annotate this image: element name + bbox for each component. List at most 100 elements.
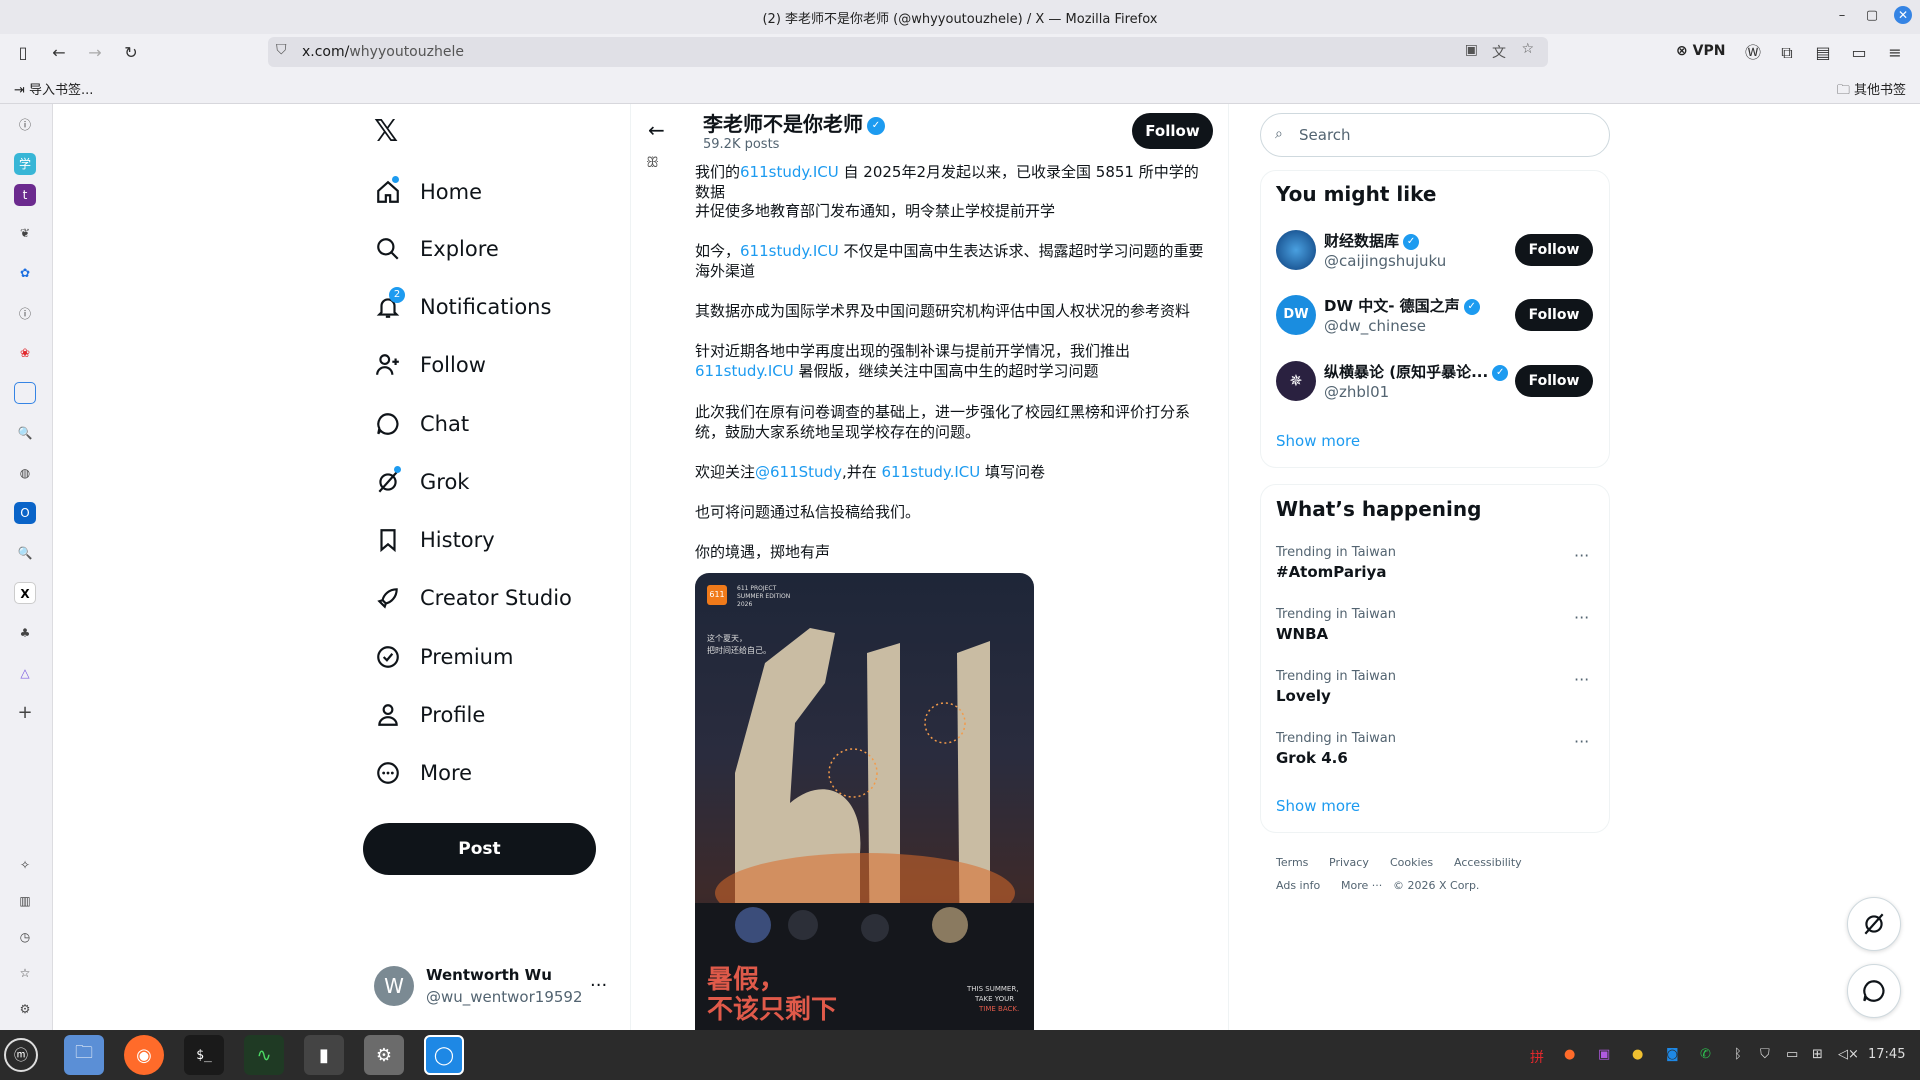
account-name[interactable]: Wentworth Wu [426, 966, 552, 984]
footer-more[interactable]: More ··· [1341, 879, 1382, 892]
star-icon[interactable]: ☆ [1521, 41, 1534, 57]
display-icon[interactable]: ▭ [1786, 1047, 1798, 1062]
avatar[interactable]: W [374, 966, 414, 1006]
suggestion-name[interactable]: 纵横暴论 (原知乎暴论... ✓ [1324, 361, 1509, 382]
trend-more-icon[interactable]: ··· [1574, 546, 1589, 565]
tabs-icon[interactable]: ▥ [14, 890, 36, 912]
bookmark-other-folder[interactable]: 🗀 其他书签 [1837, 79, 1906, 103]
tweet-link[interactable]: 611study.ICU [882, 463, 981, 481]
site-info-icon[interactable]: ⛉ [276, 42, 287, 58]
tweet-mention-link[interactable]: @611Study [755, 463, 842, 481]
nav-home[interactable]: Home [374, 172, 482, 212]
trend-more-icon[interactable]: ··· [1574, 670, 1589, 689]
files-icon[interactable]: 🗀 [64, 1035, 104, 1075]
sidebar-icon[interactable]: ▭ [1848, 42, 1870, 64]
sidebar-toggle-icon[interactable]: ▯ [12, 42, 34, 64]
nav-creator-studio[interactable]: Creator Studio [374, 578, 572, 618]
trend-item[interactable]: WNBA [1276, 625, 1328, 643]
app-ring-icon[interactable]: ◯ [424, 1035, 464, 1075]
tweet-link[interactable]: 611study.ICU [695, 362, 794, 380]
nav-premium[interactable]: Premium [374, 637, 513, 677]
network-icon[interactable]: ⊞ [1812, 1047, 1823, 1062]
triangle-app-icon[interactable]: △ [14, 662, 36, 684]
trend-item[interactable]: #AtomPariya [1276, 563, 1386, 581]
nav-notifications[interactable]: 2 Notifications [374, 287, 551, 327]
picture-icon[interactable]: ▣ [1465, 42, 1478, 58]
blank-tab-icon[interactable] [14, 382, 36, 404]
trend-item[interactable]: Lovely [1276, 687, 1331, 705]
bookmark-import[interactable]: ⇥ 导入书签... [14, 79, 93, 98]
huawei-icon[interactable]: ❀ [14, 342, 36, 364]
volume-icon[interactable]: ◁× [1838, 1047, 1859, 1062]
account-menu-icon[interactable]: ··· [590, 975, 607, 996]
search-input[interactable]: ⌕ Search [1260, 113, 1610, 157]
footer-cookies[interactable]: Cookies [1390, 856, 1433, 869]
search-app2-icon[interactable]: 🔍 [14, 542, 36, 564]
x-app-icon[interactable]: X [14, 582, 36, 604]
tray-app4-icon[interactable]: ◙ [1666, 1047, 1679, 1062]
translate-icon[interactable]: 文 [1492, 42, 1506, 62]
reload-icon[interactable]: ↻ [120, 42, 142, 64]
extensions-icon[interactable]: ⧉ [1776, 42, 1798, 64]
nav-follow[interactable]: Follow [374, 345, 486, 385]
nav-grok[interactable]: Grok [374, 462, 469, 502]
profile-follow-button[interactable]: Follow [1132, 113, 1213, 149]
suggestion-name[interactable]: DW 中文- 德国之声 ✓ [1324, 295, 1480, 316]
url-bar[interactable]: ⛉ x.com/whyyoutouzhele ▣ 文 ☆ [268, 37, 1548, 67]
search-app-icon[interactable]: 🔍 [14, 422, 36, 444]
history-icon[interactable]: ◷ [14, 926, 36, 948]
footer-ads-info[interactable]: Ads info [1276, 879, 1320, 892]
container-icon[interactable]: ▤ [1812, 42, 1834, 64]
trend-more-icon[interactable]: ··· [1574, 608, 1589, 627]
ime-indicator[interactable]: 拼 [1530, 1047, 1544, 1067]
shield-icon[interactable]: ⛉ [1760, 1047, 1770, 1062]
system-monitor-icon[interactable]: ∿ [244, 1035, 284, 1075]
maximize-icon[interactable]: ▢ [1864, 8, 1880, 23]
dw-avatar[interactable]: DW [1276, 295, 1316, 335]
clover-icon[interactable]: ♣ [14, 622, 36, 644]
show-more-link[interactable]: Show more [1276, 797, 1360, 815]
follow-button[interactable]: Follow [1515, 299, 1593, 331]
terminal-icon[interactable]: $_ [184, 1035, 224, 1075]
suggestion-avatar[interactable] [1276, 230, 1316, 270]
x-logo-icon[interactable]: 𝕏 [374, 114, 398, 149]
footer-privacy[interactable]: Privacy [1329, 856, 1369, 869]
start-menu-icon[interactable]: ⓜ [4, 1038, 38, 1072]
tray-app1-icon[interactable]: ● [1564, 1047, 1575, 1062]
bluetooth-icon[interactable]: ᛒ [1734, 1047, 1742, 1062]
firefox-icon[interactable]: ◉ [124, 1035, 164, 1075]
nav-explore[interactable]: Explore [374, 229, 499, 269]
nav-history[interactable]: History [374, 520, 495, 560]
ereader-icon[interactable]: ▮ [304, 1035, 344, 1075]
back-arrow-icon[interactable]: ← [648, 118, 665, 142]
vpn-button[interactable]: ⊗ VPN [1676, 43, 1725, 59]
suggestion-name[interactable]: 财经数据库 ✓ [1324, 230, 1420, 251]
follow-button[interactable]: Follow [1515, 234, 1593, 266]
grok-float-button[interactable] [1847, 897, 1901, 951]
bookmarks-icon[interactable]: ☆ [14, 962, 36, 984]
zhbl-avatar[interactable]: ✵ [1276, 361, 1316, 401]
chat-float-button[interactable] [1847, 964, 1901, 1018]
settings-icon[interactable]: ⚙ [14, 998, 36, 1020]
menu-icon[interactable]: ≡ [1884, 42, 1906, 64]
post-button[interactable]: Post [363, 823, 596, 875]
clock[interactable]: 17:45 [1868, 1047, 1905, 1062]
wechat-icon[interactable]: ✆ [1700, 1047, 1711, 1062]
forward-icon[interactable]: → [84, 42, 106, 64]
ai-sparkle-icon[interactable]: ✧ [14, 854, 36, 876]
nav-profile[interactable]: Profile [374, 695, 485, 735]
trend-more-icon[interactable]: ··· [1574, 732, 1589, 751]
info-icon[interactable]: ⓘ [14, 114, 36, 136]
extension-w-icon[interactable]: Ⓦ [1742, 42, 1764, 64]
outlook-icon[interactable]: O [14, 502, 36, 524]
nav-more[interactable]: More [374, 753, 472, 793]
close-icon[interactable]: ✕ [1894, 6, 1912, 24]
bird-icon[interactable]: ❦ [14, 222, 36, 244]
info2-icon[interactable]: ⓘ [14, 303, 36, 325]
follow-button[interactable]: Follow [1515, 365, 1593, 397]
footer-terms[interactable]: Terms [1276, 856, 1308, 869]
tweet-image-poster[interactable]: 611 611 PROJECT SUMMER EDITION 2026 这个夏天… [695, 573, 1034, 1030]
nav-chat[interactable]: Chat [374, 404, 469, 444]
minimize-icon[interactable]: – [1834, 8, 1850, 23]
gear-app-icon[interactable]: ✿ [14, 262, 36, 284]
